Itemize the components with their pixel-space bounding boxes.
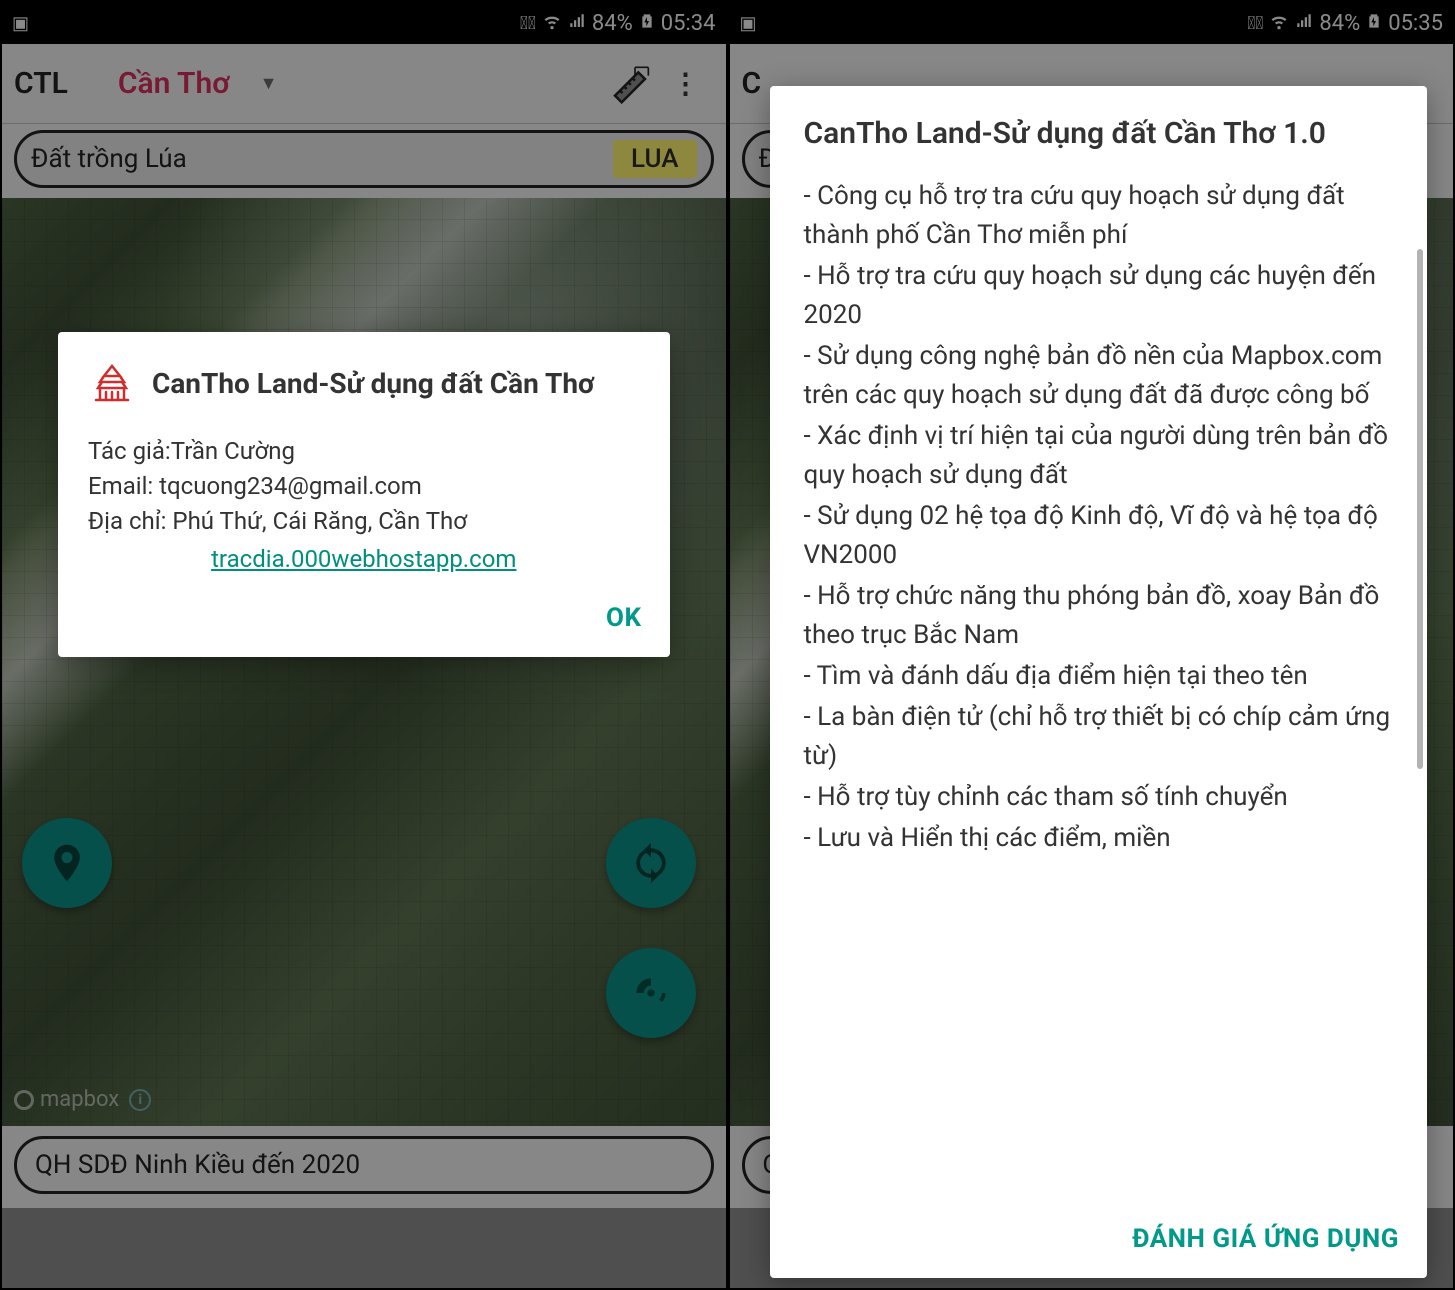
feature-line: - Xác định vị trí hiện tại của người dùn… (804, 417, 1394, 495)
dialog-title: CanTho Land-Sử dụng đất Cần Thơ (152, 366, 594, 402)
ok-button[interactable]: OK (606, 603, 641, 633)
email-line: Email: tqcuong234@gmail.com (88, 469, 640, 504)
dialog-body[interactable]: - Công cụ hỗ trợ tra cứu quy hoạch sử dụ… (770, 169, 1428, 1204)
website-link[interactable]: tracdia.000webhostapp.com (211, 545, 516, 573)
author-line: Tác giả:Trần Cường (88, 434, 640, 469)
feature-line: - Lưu và Hiển thị các điểm, miền (804, 819, 1394, 858)
feature-line: - Công cụ hỗ trợ tra cứu quy hoạch sử dụ… (804, 177, 1394, 255)
feature-line: - La bàn điện tử (chỉ hỗ trợ thiết bị có… (804, 698, 1394, 776)
feature-line: - Hỗ trợ tùy chỉnh các tham số tính chuy… (804, 778, 1394, 817)
scroll-thumb[interactable] (1417, 249, 1423, 769)
rate-app-button[interactable]: ĐÁNH GIÁ ỨNG DỤNG (1132, 1224, 1399, 1254)
address-line: Địa chỉ: Phú Thứ, Cái Răng, Cần Thơ (88, 504, 640, 539)
feature-line: - Sử dụng công nghệ bản đồ nền của Mapbo… (804, 337, 1394, 415)
feature-line: - Hỗ trợ tra cứu quy hoạch sử dụng các h… (804, 257, 1394, 335)
dialog-title: CanTho Land-Sử dụng đất Cần Thơ 1.0 (770, 86, 1428, 169)
features-dialog: CanTho Land-Sử dụng đất Cần Thơ 1.0 - Cô… (770, 86, 1428, 1278)
pagoda-icon (88, 358, 136, 410)
phone-screen-right: ▣ ▤⃠ 84% 05:35 C Đấ Q (728, 0, 1455, 1290)
feature-line: - Sử dụng 02 hệ tọa độ Kinh độ, Vĩ độ và… (804, 497, 1394, 575)
about-dialog: CanTho Land-Sử dụng đất Cần Thơ Tác giả:… (58, 332, 670, 657)
phone-screen-left: ▣ ▤⃠ 84% 05:34 CTL Cần Thơ ▼ ⋮ (0, 0, 728, 1290)
feature-line: - Tìm và đánh dấu địa điểm hiện tại theo… (804, 657, 1394, 696)
feature-line: - Hỗ trợ chức năng thu phóng bản đồ, xoa… (804, 577, 1394, 655)
